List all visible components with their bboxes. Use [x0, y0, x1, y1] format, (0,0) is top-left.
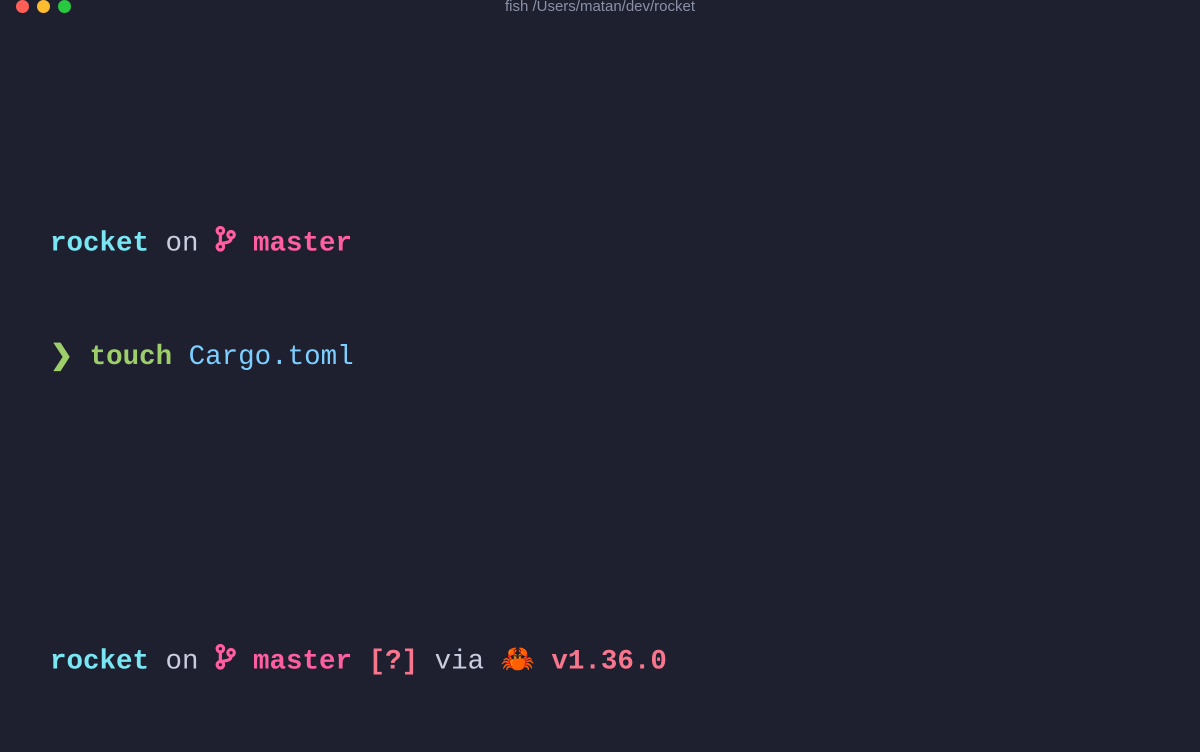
- close-icon[interactable]: [16, 0, 29, 13]
- titlebar: fish /Users/matan/dev/rocket: [0, 0, 1200, 13]
- prompt-symbol: ❯: [50, 342, 73, 373]
- crab-icon: 🦀: [501, 643, 535, 681]
- command-line: ❯ touch Cargo.toml: [50, 339, 1150, 377]
- prompt-branch: master: [253, 228, 352, 259]
- prompt-branch: master: [253, 646, 352, 677]
- zoom-icon[interactable]: [58, 0, 71, 13]
- command-args: Cargo.toml: [189, 342, 354, 373]
- terminal-viewport[interactable]: rocket on master ❯ touch Cargo.toml rock…: [0, 13, 1200, 752]
- minimize-icon[interactable]: [37, 0, 50, 13]
- prompt-line: rocket on master: [50, 225, 1150, 263]
- prompt-dir: rocket: [50, 646, 149, 677]
- prompt-via: via: [435, 646, 485, 677]
- prompt-on: on: [166, 228, 199, 259]
- prompt-dir: rocket: [50, 228, 149, 259]
- git-status: [?]: [369, 646, 419, 677]
- blank-line: [50, 453, 1150, 491]
- prompt-line: rocket on master [?] via 🦀 v1.36.0: [50, 643, 1150, 681]
- terminal-window: fish /Users/matan/dev/rocket rocket on m…: [0, 0, 1200, 752]
- traffic-lights: [16, 0, 71, 13]
- git-branch-icon: [215, 228, 236, 259]
- prompt-on: on: [166, 646, 199, 677]
- window-title: fish /Users/matan/dev/rocket: [0, 0, 1200, 15]
- runtime-version: v1.36.0: [551, 646, 667, 677]
- command-name: touch: [90, 342, 173, 373]
- git-branch-icon: [215, 646, 236, 677]
